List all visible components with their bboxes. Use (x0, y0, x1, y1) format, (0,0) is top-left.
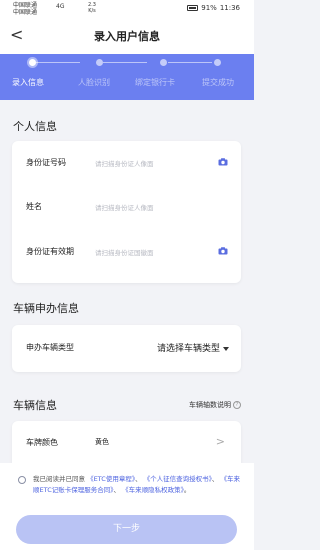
step-label-2: 人脸识别 (78, 78, 110, 87)
etc-rules-link[interactable]: 《ETC使用章程》 (87, 475, 135, 483)
id-validity-field[interactable]: 请扫描身份证国徽面 (95, 247, 154, 257)
plate-color-row[interactable]: 车牌颜色 黄色 > (12, 423, 241, 463)
id-validity-row[interactable]: 身份证有效期 请扫描身份证国徽面 (12, 232, 241, 272)
step-dot-2 (96, 59, 103, 66)
net-speed-unit: K/s (88, 8, 96, 14)
battery-percent: 91% (201, 4, 217, 12)
net-speed: 2.3 K/s (88, 2, 96, 14)
chevron-right-icon: > (215, 435, 225, 448)
nav-bar: < 录入用户信息 (0, 18, 254, 54)
plate-color-label: 车牌颜色 (26, 438, 58, 447)
agreement-text: 我已阅读并已同意 《ETC使用章程》、 《个人征信查询授权书》、 《车来顺ETC… (33, 474, 241, 496)
vehicle-type-label: 申办车辆类型 (26, 343, 74, 352)
credit-auth-link[interactable]: 《个人征信查询授权书》 (144, 475, 212, 483)
step-connector (103, 62, 147, 63)
step-label-4: 提交成功 (202, 78, 234, 87)
next-button[interactable]: 下一步 (16, 515, 237, 544)
vehicle-info-card: 车牌颜色 黄色 > (12, 421, 241, 469)
step-dot-4 (214, 59, 221, 66)
battery-icon (187, 5, 199, 11)
axle-explanation-label: 车辆轴数说明 (189, 401, 231, 409)
carrier-info: 中国联通 中国联通 (13, 2, 37, 16)
vehicle-type-select[interactable]: 请选择车辆类型 (157, 341, 229, 354)
step-dot-1 (29, 59, 36, 66)
status-bar: 中国联通 中国联通 4G 2.3 K/s 91% 11:36 (0, 0, 254, 18)
agreement-suffix: 。 (183, 486, 191, 494)
page-title: 录入用户信息 (94, 30, 160, 43)
vehicle-info-title: 车辆信息 (13, 399, 57, 412)
vehicle-apply-card: 申办车辆类型 请选择车辆类型 (12, 325, 241, 372)
privacy-policy-link[interactable]: 《车来顺隐私权政策》 (122, 486, 184, 494)
step-label-3: 绑定银行卡 (135, 78, 175, 87)
agreement-sep: 、 (211, 475, 219, 483)
id-number-row[interactable]: 身份证号码 请扫描身份证人像面 (12, 143, 241, 183)
bottom-bar: 我已阅读并已同意 《ETC使用章程》、 《个人征信查询授权书》、 《车来顺ETC… (0, 463, 254, 550)
camera-icon[interactable] (218, 247, 228, 255)
name-row[interactable]: 姓名 请扫描身份证人像面 (12, 187, 241, 227)
camera-icon[interactable] (218, 158, 228, 166)
vehicle-apply-title: 车辆申办信息 (13, 302, 79, 315)
step-label-1: 录入信息 (12, 78, 44, 87)
step-connector (36, 62, 80, 63)
help-icon: ? (233, 401, 241, 409)
step-connector (168, 62, 212, 63)
plate-color-value: 黄色 (95, 438, 109, 446)
signal-text: 4G (56, 3, 65, 10)
vehicle-type-row[interactable]: 申办车辆类型 请选择车辆类型 (12, 328, 241, 368)
agreement-sep: 、 (135, 475, 142, 483)
name-label: 姓名 (26, 202, 42, 211)
step-dot-3 (160, 59, 167, 66)
axle-explanation-link[interactable]: 车辆轴数说明? (189, 400, 241, 410)
id-validity-label: 身份证有效期 (26, 247, 74, 256)
personal-info-title: 个人信息 (13, 120, 57, 133)
personal-info-card: 身份证号码 请扫描身份证人像面 姓名 请扫描身份证人像面 身份证有效期 请扫描身… (12, 141, 241, 283)
agreement-sep: 、 (113, 486, 121, 494)
id-number-label: 身份证号码 (26, 158, 66, 167)
vehicle-type-value: 请选择车辆类型 (156, 344, 220, 354)
caret-down-icon (223, 346, 229, 351)
agreement-prefix: 我已阅读并已同意 (33, 475, 85, 483)
carrier-line-2: 中国联通 (13, 9, 38, 16)
agree-checkbox[interactable] (18, 476, 26, 484)
progress-stepper: 录入信息 人脸识别 绑定银行卡 提交成功 (0, 54, 254, 100)
carrier-line-1: 中国联通 (13, 2, 38, 9)
name-field[interactable]: 请扫描身份证人像面 (95, 202, 154, 212)
status-right: 91% 11:36 (187, 4, 240, 12)
clock: 11:36 (219, 4, 240, 12)
id-number-field[interactable]: 请扫描身份证人像面 (95, 158, 154, 168)
